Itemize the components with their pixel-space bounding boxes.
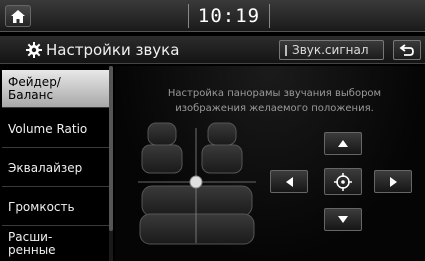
sidebar-item-label: Volume Ratio (8, 121, 88, 136)
home-button[interactable] (5, 5, 31, 27)
home-icon (11, 9, 25, 23)
sidebar-item-volume-ratio[interactable]: Volume Ratio (2, 110, 109, 148)
beep-indicator (285, 45, 287, 56)
status-bar: 10:19 (0, 0, 425, 32)
back-icon (399, 44, 414, 56)
clock-time: 10:19 (197, 5, 261, 27)
instruction-text: Настройка панорамы звучания выбором изоб… (167, 88, 382, 114)
crosshair-center-icon (334, 172, 352, 191)
clock-display: 10:19 (188, 4, 270, 28)
sidebar-item-equalizer[interactable]: Эквалайзер (2, 149, 109, 187)
sidebar-item-advanced[interactable]: Расши- ренные (2, 227, 109, 261)
sidebar-item-label: Фейдер/ Баланс (8, 74, 61, 102)
arrow-down-icon (338, 216, 348, 223)
car-seats-diagram[interactable] (138, 118, 258, 248)
sidebar-item-label: Расши- ренные (8, 230, 56, 257)
sidebar-item-label: Эквалайзер (8, 160, 83, 175)
page-title: Настройки звука (46, 41, 180, 59)
position-marker[interactable] (189, 175, 203, 189)
sidebar-item-volume[interactable]: Громкость (2, 188, 109, 226)
scrollbar-thumb[interactable] (109, 66, 113, 231)
fade-rear-button[interactable] (324, 208, 362, 231)
fade-front-button[interactable] (324, 132, 362, 155)
arrow-right-icon (389, 176, 397, 187)
front-left-seat (141, 122, 183, 174)
back-button[interactable] (393, 40, 421, 60)
sidebar-menu: Фейдер/ Баланс Volume Ratio Эквалайзер Г… (0, 66, 113, 261)
gear-icon (26, 42, 42, 58)
sidebar-item-label: Громкость (8, 199, 75, 214)
front-right-seat (201, 122, 243, 174)
beep-sound-button[interactable]: Звук.сигнал (279, 40, 384, 60)
arrow-up-icon (338, 140, 348, 147)
balance-right-button[interactable] (374, 170, 412, 193)
sidebar-item-fader-balance[interactable]: Фейдер/ Баланс (2, 70, 109, 108)
balance-left-button[interactable] (270, 170, 308, 193)
beep-sound-label: Звук.сигнал (292, 43, 369, 57)
center-button[interactable] (324, 168, 362, 195)
rear-seat (139, 185, 255, 245)
arrow-left-icon (285, 176, 293, 187)
title-bar: Настройки звука Звук.сигнал (0, 36, 425, 64)
